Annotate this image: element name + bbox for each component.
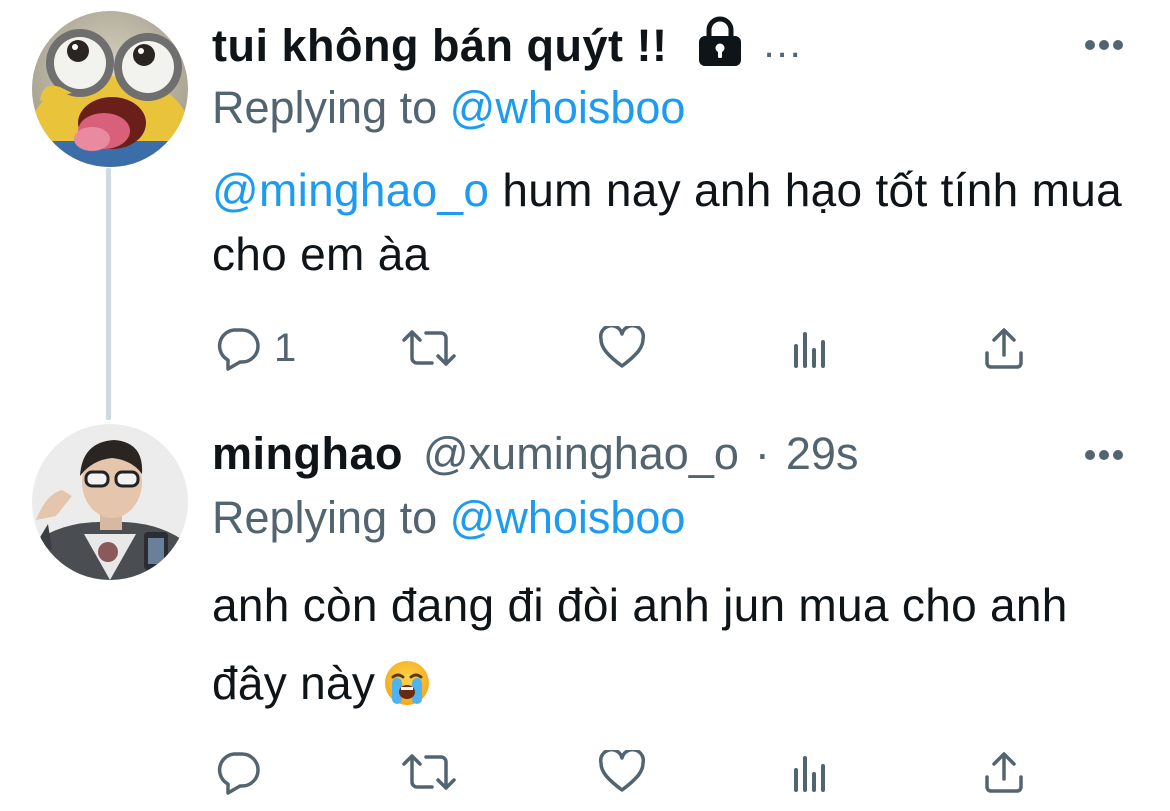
tweet-text: @minghao_o hum nay anh hạo tốt tính mua … — [212, 158, 1132, 286]
tweet-header: tui không bán quýt !! ... — [212, 16, 803, 76]
text-mention[interactable]: @minghao_o — [212, 164, 489, 216]
reply-icon — [214, 748, 262, 796]
user-handle[interactable]: @xuminghao_o — [423, 428, 739, 480]
loudly-crying-face-icon — [383, 652, 431, 705]
display-name[interactable]: minghao — [212, 428, 403, 480]
lock-icon — [697, 16, 743, 68]
action-bar: 1 — [212, 318, 1042, 378]
analytics-button[interactable] — [792, 742, 832, 802]
like-button[interactable] — [598, 742, 646, 802]
tweet-header: minghao @xuminghao_o · 29s — [212, 424, 858, 484]
share-icon — [982, 749, 1026, 795]
name-truncation: ... — [763, 21, 803, 66]
thread-connector-line — [106, 168, 111, 420]
more-icon[interactable] — [1084, 448, 1124, 462]
retweet-icon — [400, 326, 458, 370]
replying-to-label: Replying to — [212, 492, 450, 543]
retweet-icon — [400, 750, 458, 794]
action-bar — [212, 742, 1042, 802]
like-icon — [598, 326, 646, 370]
replying-to-mention[interactable]: @whoisboo — [450, 82, 686, 133]
replying-to: Replying to @whoisboo — [212, 492, 685, 544]
reply-button[interactable]: 1 — [214, 318, 296, 378]
analytics-icon — [792, 750, 832, 794]
reply-button[interactable] — [214, 742, 262, 802]
share-button[interactable] — [982, 742, 1026, 802]
share-button[interactable] — [982, 318, 1026, 378]
avatar[interactable] — [32, 424, 188, 580]
separator-dot: · — [754, 428, 770, 479]
more-icon[interactable] — [1084, 38, 1124, 52]
like-icon — [598, 750, 646, 794]
analytics-button[interactable] — [792, 318, 832, 378]
like-button[interactable] — [598, 318, 646, 378]
text-content: anh còn đang đi đòi anh jun mua cho anh … — [212, 579, 1068, 709]
analytics-icon — [792, 326, 832, 370]
tweet-timestamp[interactable]: 29s — [786, 428, 859, 480]
share-icon — [982, 325, 1026, 371]
replying-to-label: Replying to — [212, 82, 450, 133]
tweet-text: anh còn đang đi đòi anh jun mua cho anh … — [212, 566, 1132, 722]
reply-count: 1 — [274, 325, 297, 370]
display-name[interactable]: tui không bán quýt !! — [212, 20, 667, 72]
replying-to: Replying to @whoisboo — [212, 82, 685, 134]
profile-photo-image — [32, 424, 188, 580]
retweet-button[interactable] — [400, 318, 458, 378]
avatar[interactable] — [32, 11, 188, 167]
reply-icon — [214, 324, 262, 372]
replying-to-mention[interactable]: @whoisboo — [450, 492, 686, 543]
retweet-button[interactable] — [400, 742, 458, 802]
minion-avatar-image — [32, 11, 188, 167]
